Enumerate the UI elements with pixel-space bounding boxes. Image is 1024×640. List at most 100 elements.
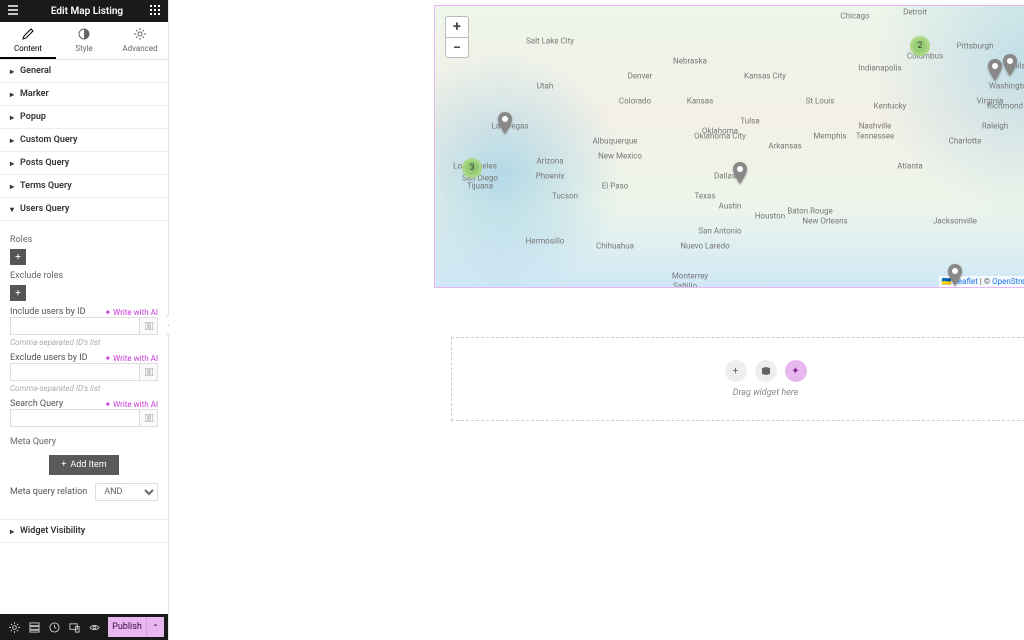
map-widget[interactable]: + − 🇺🇦 Leaflet | © OpenStreetMap contrib… [434, 5, 1024, 288]
city-label: Monterrey [672, 272, 708, 281]
caret-right-icon: ▸ [10, 527, 14, 536]
panel-users-query-label: Users Query [20, 204, 69, 214]
dynamic-tags-icon[interactable] [140, 363, 158, 381]
search-query-label: Search Query [10, 399, 63, 409]
dynamic-tags-icon[interactable] [140, 409, 158, 427]
tab-style[interactable]: Style [56, 22, 112, 59]
panel-general-label: General [20, 66, 51, 76]
caret-right-icon: ▸ [10, 182, 14, 191]
city-label: Jacksonville [933, 217, 977, 226]
map-marker[interactable] [497, 112, 513, 134]
exclude-users-input[interactable] [10, 363, 140, 381]
city-label: Nebraska [673, 57, 707, 66]
add-exclude-role-button[interactable]: + [10, 285, 26, 301]
map-cluster[interactable]: 2 [910, 36, 930, 56]
city-label: Colorado [619, 97, 651, 106]
responsive-icon[interactable] [64, 617, 84, 637]
city-label: Kansas City [744, 72, 786, 81]
tab-content[interactable]: Content [0, 22, 56, 59]
panel-terms-query[interactable]: ▸Terms Query [0, 175, 168, 198]
city-label: Texas [694, 192, 715, 201]
panel-widget-visibility-label: Widget Visibility [20, 526, 85, 536]
drop-zone-text: Drag widget here [733, 388, 799, 398]
city-label: Tucson [552, 192, 578, 201]
history-icon[interactable] [44, 617, 64, 637]
dynamic-tags-icon[interactable] [140, 317, 158, 335]
ai-button[interactable]: ✦ [785, 360, 807, 382]
panel-general[interactable]: ▸ General [0, 60, 168, 83]
publish-button[interactable]: Publish [108, 617, 146, 637]
city-label: Utah [537, 82, 554, 91]
search-query-input[interactable] [10, 409, 140, 427]
city-label: Oklahoma [702, 127, 738, 136]
city-label: Raleigh [982, 122, 1008, 131]
osm-link[interactable]: OpenStreetMap [992, 277, 1024, 286]
add-widget-button[interactable]: + [725, 360, 747, 382]
panel-widget-visibility[interactable]: ▸ Widget Visibility [0, 519, 168, 543]
meta-relation-select[interactable]: AND [95, 483, 158, 501]
panel-custom-query[interactable]: ▸Custom Query [0, 129, 168, 152]
city-label: Hermosillo [526, 237, 565, 246]
city-label: St Louis [806, 97, 835, 106]
city-label: Chicago [840, 12, 869, 21]
pencil-icon [0, 28, 56, 42]
map-marker[interactable] [987, 59, 1003, 81]
panel-users-query[interactable]: ▾Users Query [0, 198, 168, 221]
city-label: Kentucky [874, 102, 907, 111]
map-marker[interactable] [1002, 54, 1018, 76]
publish-options-button[interactable]: ⌃ [146, 617, 164, 637]
add-role-button[interactable]: + [10, 249, 26, 265]
meta-relation-label: Meta query relation [10, 487, 87, 497]
panel-posts-query-label: Posts Query [20, 158, 69, 168]
city-label: Saltillo [673, 282, 697, 289]
write-with-ai-link[interactable]: ✦ Write with AI [104, 354, 158, 363]
exclude-helper: Comma-separated ID's list [10, 384, 158, 393]
settings-icon[interactable] [4, 617, 24, 637]
city-label: Indianapolis [858, 64, 901, 73]
navigator-icon[interactable] [24, 617, 44, 637]
panels-container: ▸General ▸Marker ▸Popup ▸Custom Query ▸P… [0, 60, 168, 614]
zoom-out-button[interactable]: − [446, 37, 468, 57]
city-label: Washington [989, 82, 1024, 91]
city-label: New Orleans [802, 217, 847, 226]
panel-popup[interactable]: ▸Popup [0, 106, 168, 129]
gear-icon [112, 28, 168, 42]
add-item-button[interactable]: +Add Item [49, 455, 118, 475]
city-label: Arkansas [768, 142, 801, 151]
tabs: Content Style Advanced [0, 22, 168, 60]
write-with-ai-link[interactable]: ✦ Write with AI [104, 400, 158, 409]
city-label: Tennessee [856, 132, 894, 141]
sidebar: Edit Map Listing Content Style Advanced … [0, 0, 169, 640]
panel-marker-label: Marker [20, 89, 49, 99]
city-label: Austin [719, 202, 742, 211]
apps-grid-icon[interactable] [150, 5, 160, 18]
map-marker[interactable] [732, 162, 748, 184]
caret-right-icon: ▸ [10, 159, 14, 168]
map-cluster[interactable]: 3 [462, 158, 482, 178]
caret-right-icon: ▸ [10, 67, 14, 76]
roles-label: Roles [10, 235, 158, 245]
hamburger-icon[interactable] [8, 5, 18, 18]
plus-icon: + [61, 460, 66, 470]
city-label: Charlotte [949, 137, 982, 146]
add-template-button[interactable] [755, 360, 777, 382]
tab-advanced[interactable]: Advanced [112, 22, 168, 59]
write-with-ai-link[interactable]: ✦ Write with AI [104, 308, 158, 317]
zoom-in-button[interactable]: + [446, 17, 468, 37]
city-label: San Antonio [698, 227, 741, 236]
preview-icon[interactable] [84, 617, 104, 637]
tab-style-label: Style [75, 44, 92, 53]
panel-custom-query-label: Custom Query [20, 135, 77, 145]
include-users-input[interactable] [10, 317, 140, 335]
city-label: Nashville [859, 122, 892, 131]
city-label: Arizona [536, 157, 563, 166]
map-marker[interactable] [947, 264, 963, 286]
city-label: Memphis [813, 132, 846, 141]
panel-posts-query[interactable]: ▸ Posts Query [0, 152, 168, 175]
drop-zone-actions: + ✦ [725, 360, 807, 382]
drop-zone[interactable]: + ✦ Drag widget here [451, 337, 1024, 421]
city-label: Houston [755, 212, 785, 221]
sidebar-footer: Publish ⌃ [0, 614, 168, 640]
panel-marker[interactable]: ▸Marker [0, 83, 168, 106]
meta-query-label: Meta Query [10, 437, 158, 447]
